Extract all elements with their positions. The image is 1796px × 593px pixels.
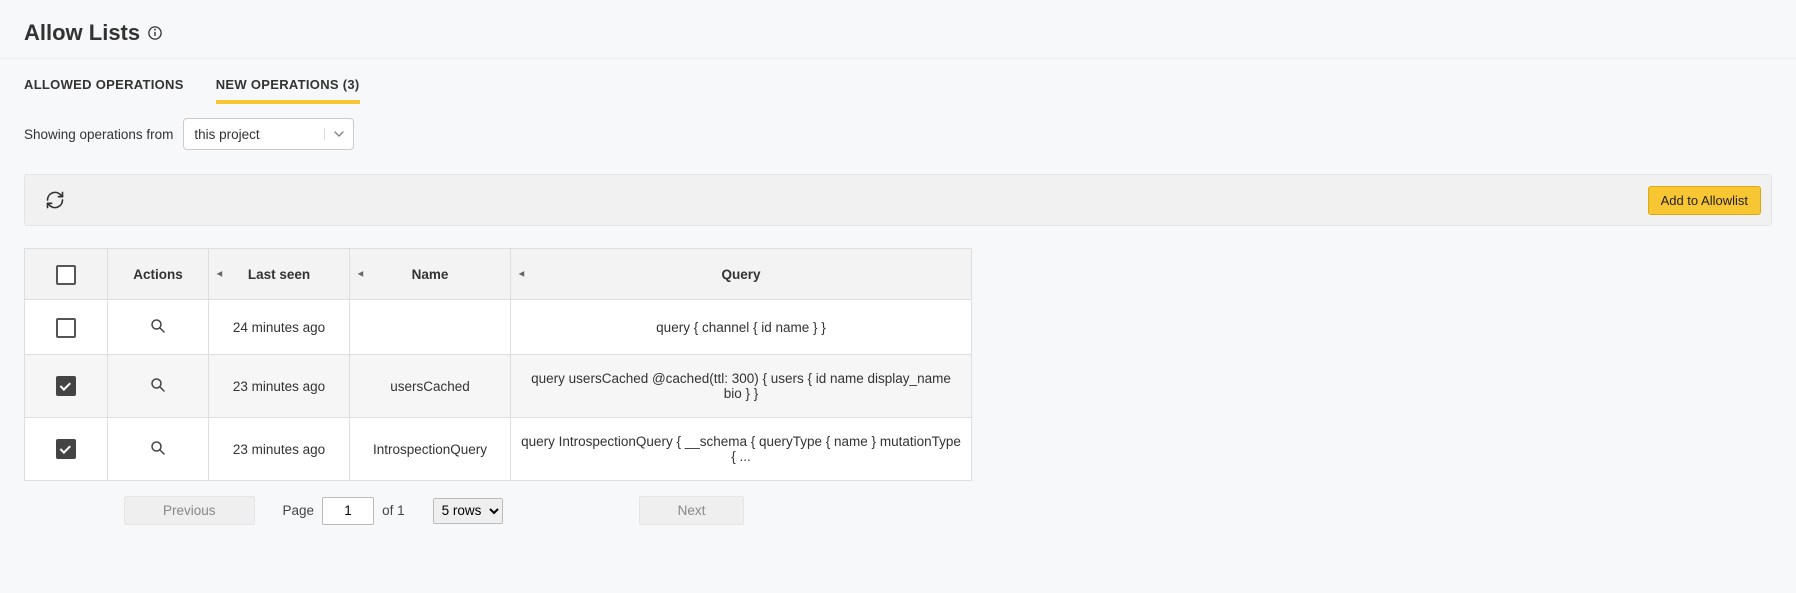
previous-button[interactable]: Previous	[124, 496, 255, 525]
add-to-allowlist-button[interactable]: Add to Allowlist	[1648, 186, 1761, 215]
filter-label: Showing operations from	[24, 127, 173, 142]
cell-last-seen: 23 minutes ago	[209, 418, 350, 481]
operations-table: Actions ◂ Last seen ◂ Name ◂ Query	[25, 249, 971, 480]
page-indicator: Page of 1	[283, 497, 405, 525]
tab-new-operations[interactable]: NEW OPERATIONS (3)	[216, 77, 360, 104]
row-checkbox[interactable]	[56, 318, 76, 338]
page-title: Allow Lists	[24, 20, 140, 46]
page-word: Page	[283, 503, 315, 518]
cell-name: usersCached	[350, 355, 511, 418]
inspect-icon[interactable]	[149, 317, 167, 335]
cell-last-seen: 23 minutes ago	[209, 355, 350, 418]
page-of: of 1	[382, 503, 405, 518]
title-row: Allow Lists	[24, 20, 1772, 46]
header-name[interactable]: ◂ Name	[350, 249, 511, 300]
cell-query: query { channel { id name } }	[511, 300, 972, 355]
page-number-input[interactable]	[322, 497, 374, 525]
header-actions[interactable]: Actions	[108, 249, 209, 300]
refresh-button[interactable]	[41, 186, 69, 214]
select-all-checkbox[interactable]	[56, 265, 76, 285]
table-row: 23 minutes ago usersCached query usersCa…	[25, 355, 971, 418]
inspect-icon[interactable]	[149, 376, 167, 394]
cell-query: query IntrospectionQuery { __schema { qu…	[511, 418, 972, 481]
cell-name: IntrospectionQuery	[350, 418, 511, 481]
info-icon[interactable]	[148, 26, 162, 40]
tabs: ALLOWED OPERATIONS NEW OPERATIONS (3)	[24, 77, 1772, 104]
cell-name	[350, 300, 511, 355]
separator	[0, 58, 1796, 59]
project-select-value: this project	[184, 127, 324, 142]
action-bar: Add to Allowlist	[24, 174, 1772, 226]
tab-allowed-operations[interactable]: ALLOWED OPERATIONS	[24, 77, 184, 104]
header-last-seen[interactable]: ◂ Last seen	[209, 249, 350, 300]
chevron-down-icon	[324, 128, 353, 140]
sort-caret-icon: ◂	[519, 269, 524, 280]
header-checkbox-cell	[25, 249, 108, 300]
rows-per-page-select[interactable]: 5 rows	[433, 498, 503, 524]
header-query[interactable]: ◂ Query	[511, 249, 972, 300]
pagination: Previous Page of 1 5 rows Next	[24, 496, 1772, 525]
next-button[interactable]: Next	[639, 496, 745, 525]
row-checkbox[interactable]	[56, 376, 76, 396]
table-row: 23 minutes ago IntrospectionQuery query …	[25, 418, 971, 481]
table-row: 24 minutes ago query { channel { id name…	[25, 300, 971, 355]
filter-row: Showing operations from this project	[24, 118, 1772, 150]
cell-last-seen: 24 minutes ago	[209, 300, 350, 355]
cell-query: query usersCached @cached(ttl: 300) { us…	[511, 355, 972, 418]
operations-table-wrap: Actions ◂ Last seen ◂ Name ◂ Query	[24, 248, 972, 481]
row-checkbox[interactable]	[56, 439, 76, 459]
inspect-icon[interactable]	[149, 439, 167, 457]
project-select[interactable]: this project	[183, 118, 354, 150]
sort-caret-icon: ◂	[217, 269, 222, 280]
sort-caret-icon: ◂	[358, 269, 363, 280]
